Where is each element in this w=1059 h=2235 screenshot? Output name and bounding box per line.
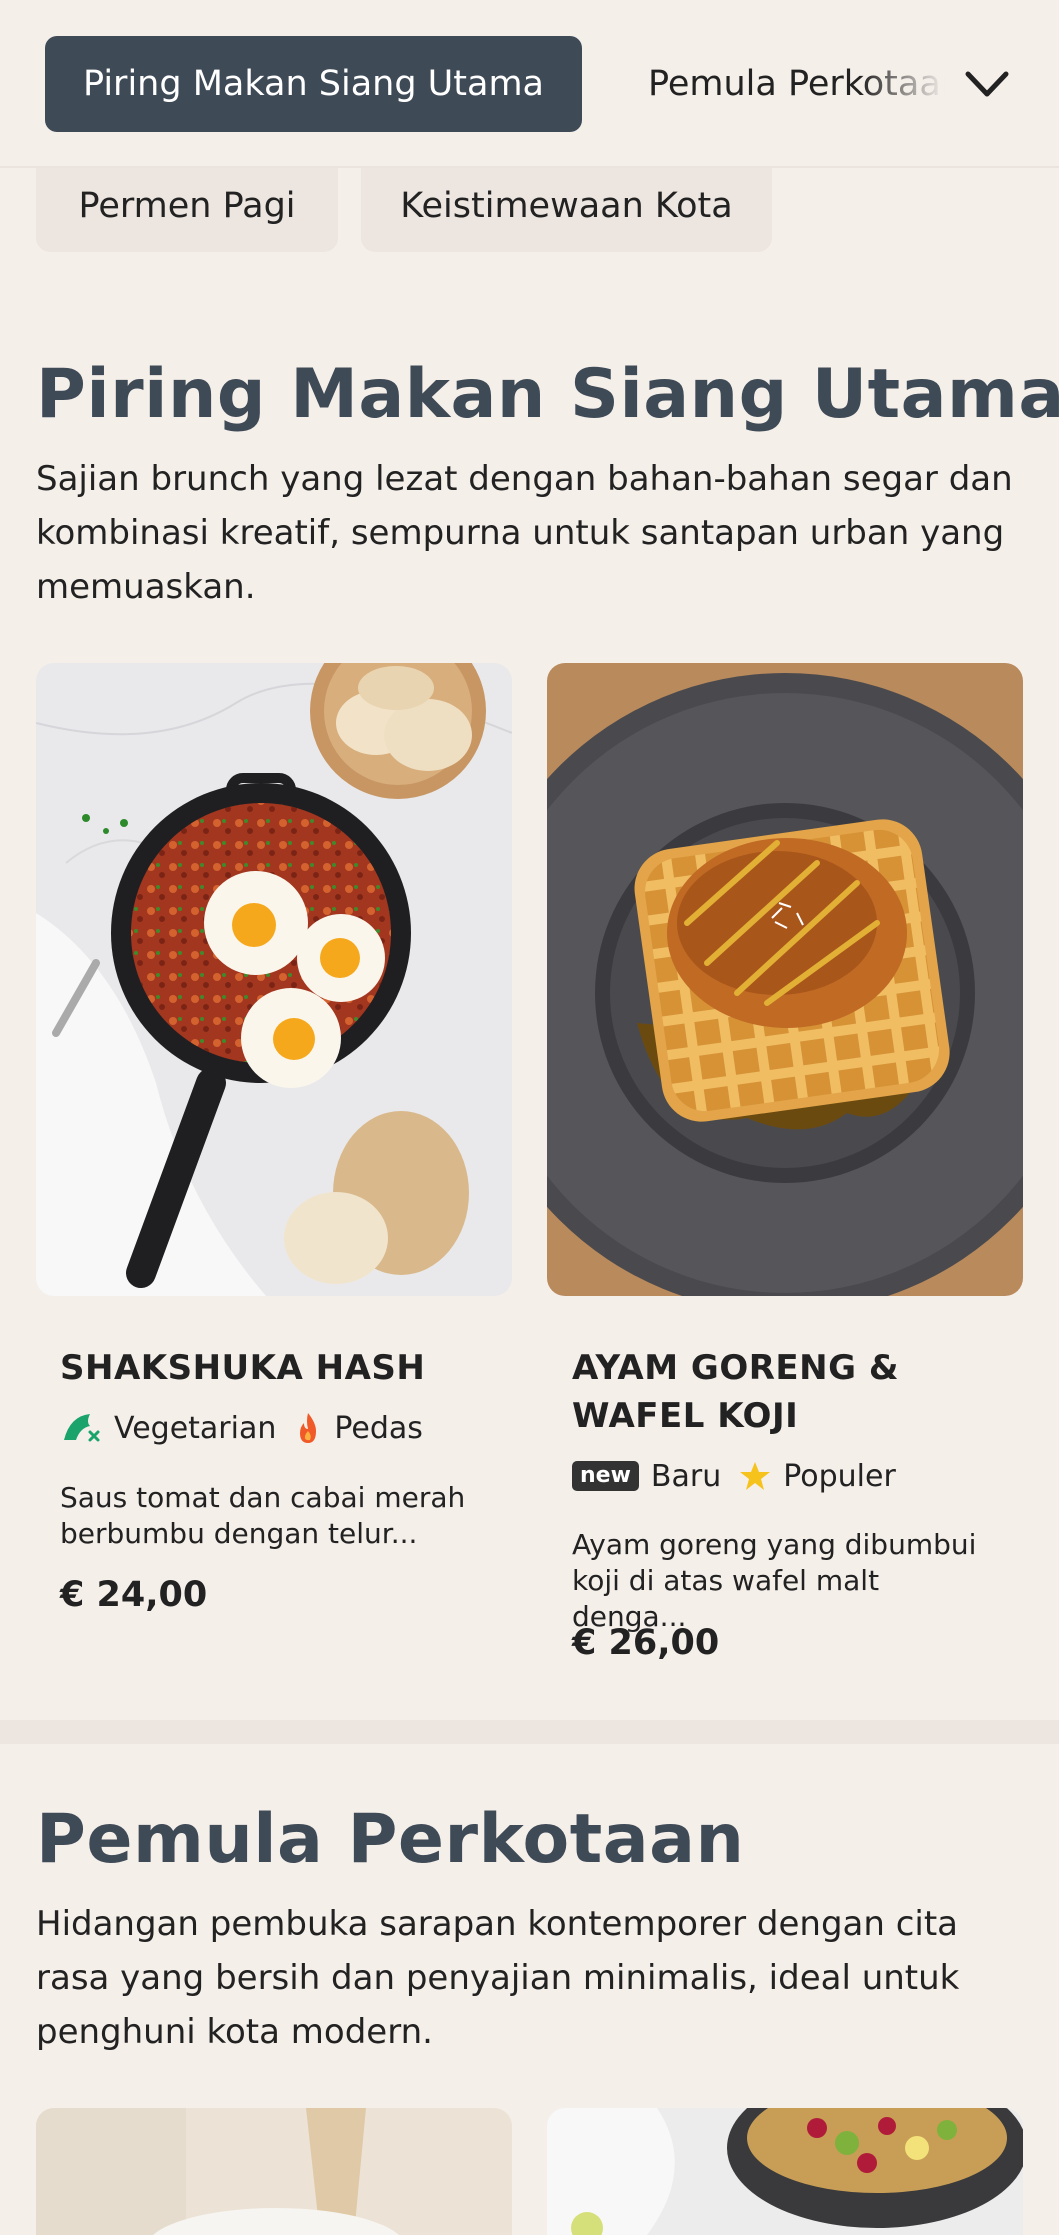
starter-image-1[interactable] [36, 2108, 512, 2235]
chip-keistimewaan-kota[interactable]: Keistimewaan Kota [361, 160, 772, 252]
section-title: Pemula Perkotaan [36, 1800, 745, 1879]
chip-permen-pagi[interactable]: Permen Pagi [36, 160, 338, 252]
section-description: Hidangan pembuka sarapan kontemporer den… [36, 1904, 960, 2052]
item-name[interactable]: SHAKSHUKA HASH [60, 1344, 490, 1392]
tag-label: Vegetarian [114, 1410, 277, 1446]
item-description: Ayam goreng yang dibumbui koji di atas w… [572, 1528, 977, 1633]
tag-label: Populer [783, 1458, 896, 1494]
tab-piring-makan-siang-utama[interactable]: Piring Makan Siang Utama [45, 36, 582, 132]
item-price: € 26,00 [572, 1623, 720, 1663]
chili-flame-icon [294, 1411, 322, 1445]
section-divider [0, 1720, 1059, 1744]
item-price: € 24,00 [60, 1575, 208, 1615]
category-nav: Piring Makan Siang Utama Pemula Perkotaa… [0, 0, 1059, 168]
tag-label: Pedas [334, 1410, 423, 1446]
item-name[interactable]: AYAM GORENG & WAFEL KOJI [572, 1344, 1002, 1440]
section-description: Sajian brunch yang lezat dengan bahan-ba… [36, 459, 1013, 607]
nav-fade-overlay [860, 36, 960, 132]
item-description: Saus tomat dan cabai merah berbumbu deng… [60, 1481, 466, 1550]
item-tags: Vegetarian Pedas [60, 1406, 441, 1450]
chevron-down-icon[interactable] [962, 62, 1012, 106]
item-tags: new Baru Populer [572, 1454, 914, 1498]
new-badge-icon: new [572, 1461, 639, 1491]
shakshuka-image[interactable] [36, 663, 512, 1296]
chicken-waffle-image[interactable] [547, 663, 1023, 1296]
section-title: Piring Makan Siang Utama [36, 355, 1059, 434]
vegetarian-icon [60, 1410, 102, 1446]
starter-image-2[interactable] [547, 2108, 1023, 2235]
tag-label: Baru [650, 1458, 722, 1494]
star-icon [739, 1460, 771, 1492]
